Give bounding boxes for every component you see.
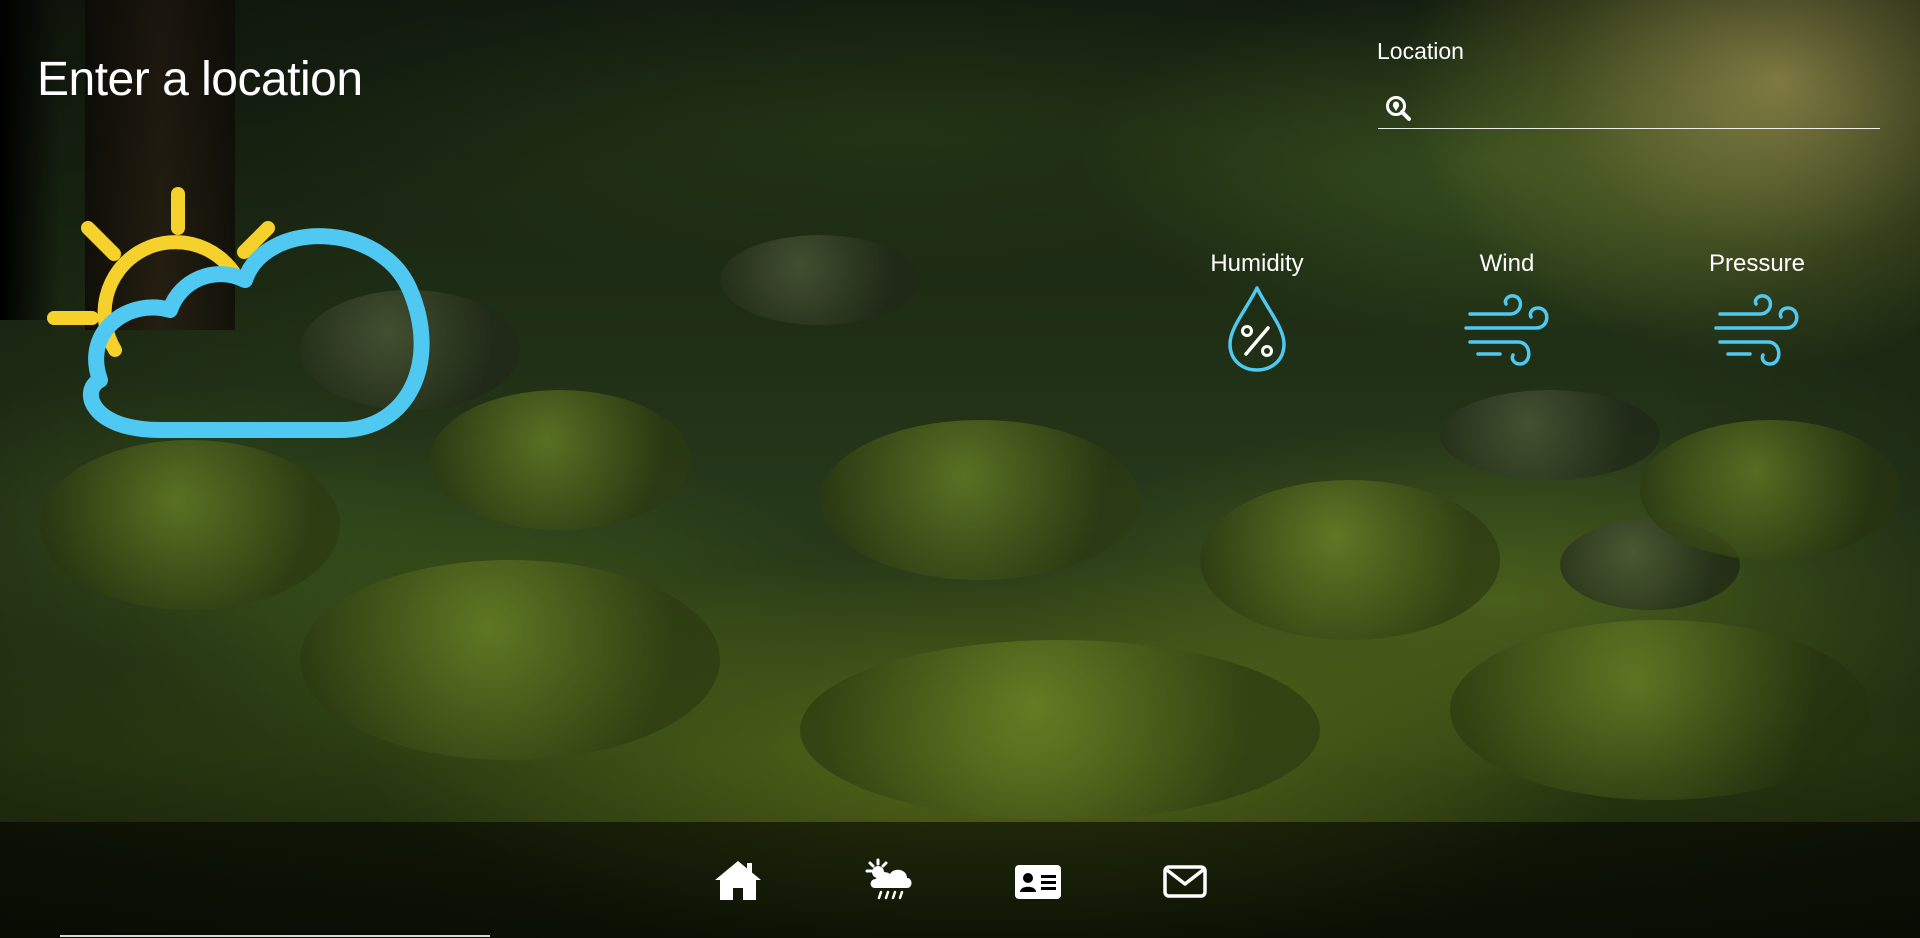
wind-icon xyxy=(1464,294,1549,366)
bottom-edge-line xyxy=(60,935,490,937)
location-search-field[interactable] xyxy=(1378,88,1880,129)
wind-icon xyxy=(1714,294,1799,366)
wind-stat: Wind xyxy=(1427,250,1587,374)
home-icon xyxy=(715,861,761,900)
humidity-drop-icon xyxy=(1228,286,1286,372)
location-label: Location xyxy=(1377,38,1464,64)
forest-background xyxy=(0,0,1920,938)
humidity-label: Humidity xyxy=(1210,250,1304,277)
bottom-navigation xyxy=(0,822,1920,938)
page-title: Enter a location xyxy=(37,53,363,106)
location-input[interactable] xyxy=(1424,92,1868,124)
pressure-stat: Pressure xyxy=(1677,250,1837,374)
vignette xyxy=(0,0,1920,938)
nav-mail-button[interactable] xyxy=(1160,858,1210,904)
mail-icon xyxy=(1163,865,1207,898)
humidity-stat: Humidity xyxy=(1177,250,1337,374)
partly-cloudy-icon xyxy=(40,180,440,440)
search-location-icon[interactable] xyxy=(1384,94,1412,122)
contact-card-icon xyxy=(1015,865,1061,899)
wind-label: Wind xyxy=(1479,250,1535,277)
pressure-label: Pressure xyxy=(1708,250,1806,277)
nav-weather-button[interactable] xyxy=(863,858,913,904)
weather-icon xyxy=(865,858,912,900)
nav-home-button[interactable] xyxy=(713,858,763,904)
nav-contact-button[interactable] xyxy=(1013,858,1063,904)
